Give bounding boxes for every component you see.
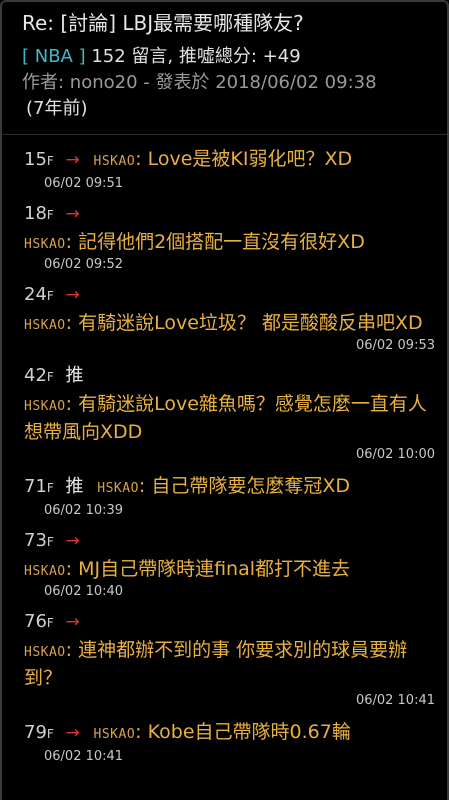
comment-user[interactable]: HSKAO	[24, 564, 66, 579]
post-title: Re: [討論] LBJ最需要哪種隊友?	[22, 11, 304, 35]
floor-suffix: F	[46, 370, 54, 384]
comment-list: 15F → HSKAO: Love是被KI弱化吧？XD 06/02 09:51 …	[2, 135, 447, 766]
floor-number: 71	[24, 476, 47, 497]
comment-user[interactable]: HSKAO	[24, 399, 66, 414]
comment-text: 有騎迷說Love垃圾？ 都是酸酸反串吧XD	[78, 312, 423, 334]
arrow-icon: →	[65, 531, 80, 551]
post-page: Re: [討論] LBJ最需要哪種隊友? [ NBA ] 152 留言, 推噓總…	[0, 0, 449, 800]
floor-number: 73	[24, 530, 47, 551]
arrow-icon: →	[65, 204, 80, 224]
floor-suffix: F	[46, 481, 54, 495]
comment-text: Love是被KI弱化吧？XD	[147, 148, 353, 170]
floor-number: 76	[24, 611, 47, 632]
board-tag[interactable]: [ NBA ]	[22, 46, 86, 67]
floor-suffix: F	[46, 208, 54, 222]
post-header: Re: [討論] LBJ最需要哪種隊友? [ NBA ] 152 留言, 推噓總…	[2, 2, 447, 122]
comment-user[interactable]: HSKAO	[94, 727, 136, 742]
comment-item: 24F → HSKAO: 有騎迷說Love垃圾？ 都是酸酸反串吧XD 06/02…	[24, 284, 435, 353]
comment-text: 自己帶隊要怎麼奪冠XD	[151, 475, 351, 497]
arrow-icon: →	[65, 612, 80, 632]
arrow-icon: →	[65, 150, 80, 170]
floor-suffix: F	[46, 616, 54, 630]
comment-time: 06/02 10:41	[355, 693, 435, 708]
comment-user[interactable]: HSKAO	[24, 237, 66, 252]
comment-user[interactable]: HSKAO	[94, 154, 136, 169]
comment-time: 06/02 10:00	[355, 447, 435, 462]
floor-suffix: F	[46, 727, 54, 741]
comment-item: 73F → HSKAO: MJ自己帶隊時連final都打不進去 06/02 10…	[24, 528, 437, 601]
comment-user[interactable]: HSKAO	[24, 645, 66, 660]
floor-suffix: F	[46, 154, 54, 168]
floor-number: 79	[24, 722, 47, 743]
comment-user[interactable]: HSKAO	[24, 318, 66, 333]
comment-item: 15F → HSKAO: Love是被KI弱化吧？XD 06/02 09:51	[24, 145, 437, 193]
comment-time: 06/02 10:40	[44, 584, 124, 599]
comment-text: MJ自己帶隊時連final都打不進去	[78, 558, 351, 580]
comment-time: 06/02 09:53	[355, 338, 435, 353]
floor-suffix: F	[46, 289, 54, 303]
floor-number: 18	[24, 203, 47, 224]
floor-suffix: F	[46, 535, 54, 549]
post-meta: [ NBA ] 152 留言, 推噓總分: +49	[22, 44, 435, 70]
comment-time: 06/02 09:51	[44, 176, 124, 191]
post-age: (7年前)	[26, 98, 88, 119]
floor-number: 42	[24, 365, 47, 386]
comment-item: 71F 推 HSKAO: 自己帶隊要怎麼奪冠XD 06/02 10:39	[24, 472, 437, 520]
comment-item: 76F → HSKAO: 連神都辦不到的事 你要求別的球員要辦到？ 06/02 …	[24, 611, 435, 708]
push-tag: 推	[65, 365, 84, 386]
comment-user[interactable]: HSKAO	[97, 481, 139, 496]
arrow-icon: →	[65, 285, 80, 305]
comment-count: 152 留言, 推噓總分: +49	[91, 46, 301, 67]
comment-item: 42F 推 HSKAO: 有騎迷說Love雜魚嗎？感覺怎麼一直有人想帶風向XDD…	[24, 365, 435, 462]
comment-text: Kobe自己帶隊時0.67輪	[147, 721, 351, 743]
floor-number: 15	[24, 149, 47, 170]
comment-time: 06/02 10:39	[44, 503, 124, 518]
comment-item: 18F → HSKAO: 記得他們2個搭配一直沒有很好XD 06/02 09:5…	[24, 201, 437, 274]
comment-text: 連神都辦不到的事 你要求別的球員要辦到？	[24, 639, 408, 689]
author-line: 作者: nono20 - 發表於 2018/06/02 09:38	[22, 72, 377, 93]
push-tag: 推	[65, 476, 84, 497]
floor-number: 24	[24, 284, 47, 305]
comment-text: 有騎迷說Love雜魚嗎？感覺怎麼一直有人想帶風向XDD	[24, 393, 427, 443]
arrow-icon: →	[65, 723, 80, 743]
comment-text: 記得他們2個搭配一直沒有很好XD	[78, 231, 365, 253]
comment-time: 06/02 09:52	[44, 257, 124, 272]
comment-item: 79F → HSKAO: Kobe自己帶隊時0.67輪 06/02 10:41	[24, 718, 437, 766]
comment-time: 06/02 10:41	[44, 749, 124, 764]
